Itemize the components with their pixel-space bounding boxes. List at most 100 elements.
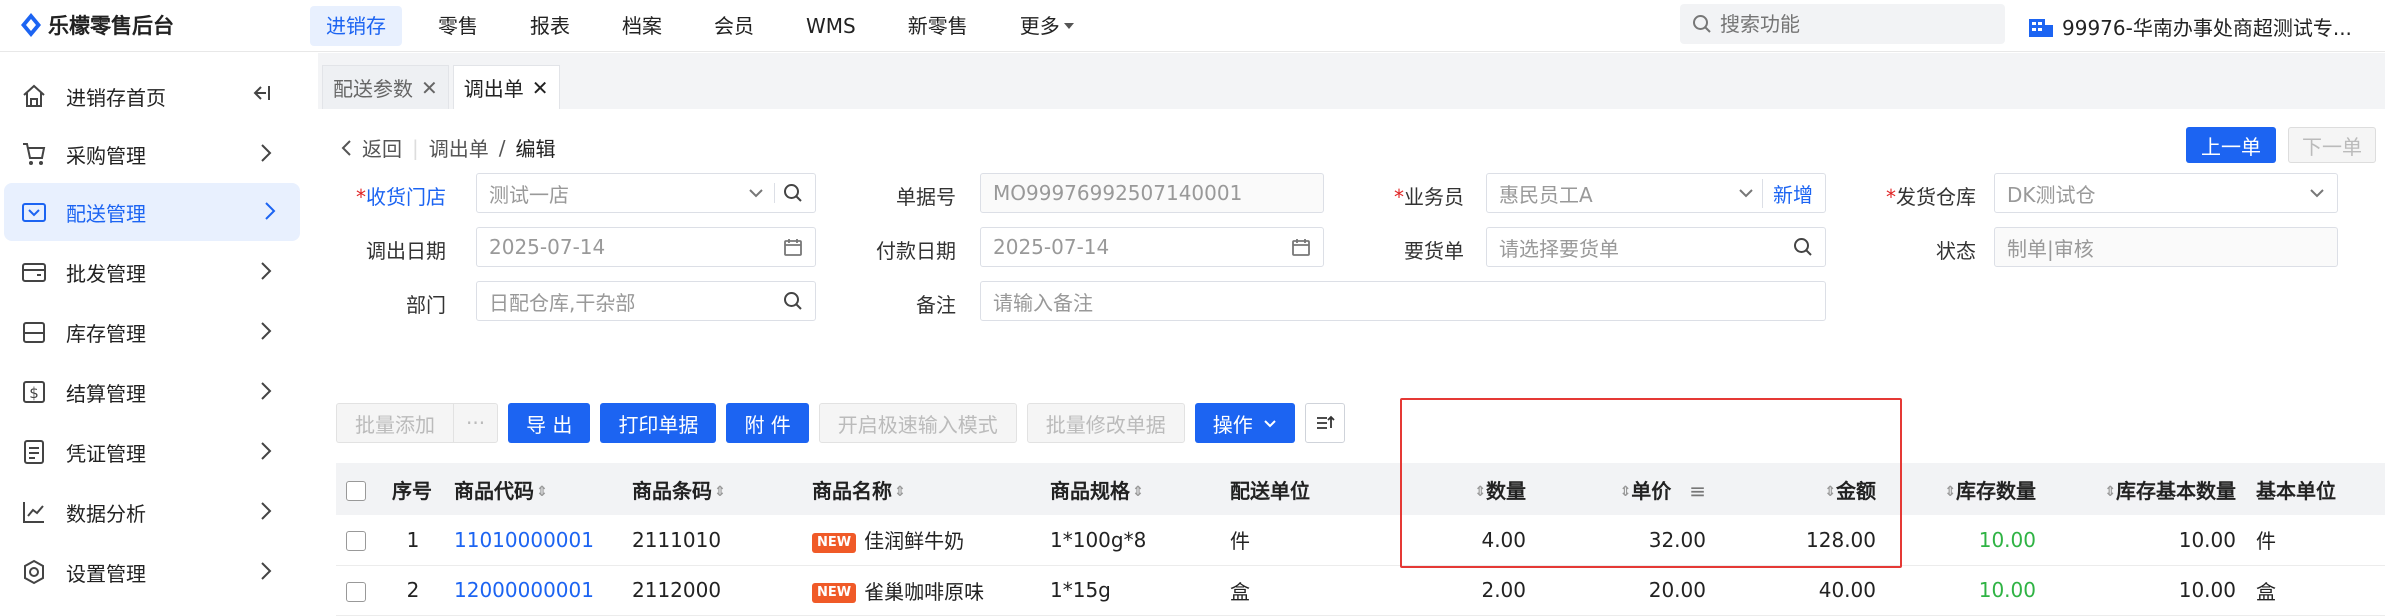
sidebar-item-wholesale[interactable]: 批发管理 [0, 243, 300, 301]
chevron-right-icon [260, 261, 272, 286]
row-select-cell [336, 515, 382, 566]
sidebar-item-settings[interactable]: 设置管理 [0, 543, 300, 601]
col-barcode[interactable]: 商品条码 ⇕ [622, 463, 802, 515]
col-qty[interactable]: ⇕数量 [1388, 463, 1536, 515]
nav-item-member[interactable]: 会员 [698, 6, 770, 46]
operate-label: 操作 [1212, 412, 1253, 437]
nav-item-retail[interactable]: 零售 [422, 6, 494, 46]
search-icon[interactable] [1793, 237, 1813, 257]
nav-item-more[interactable]: 更多 [1004, 6, 1090, 46]
sidebar-item-settlement[interactable]: $ 结算管理 [0, 363, 300, 421]
barcode-cell: 2111010 [622, 515, 802, 566]
out-date-picker[interactable]: 2025-07-14 [476, 227, 816, 267]
logo-icon [21, 13, 41, 37]
col-price[interactable]: ⇕单价 ≡ [1536, 463, 1716, 515]
chevron-down-icon [2309, 188, 2325, 198]
batch-edit-button[interactable]: 批量修改单据 [1026, 403, 1185, 443]
warehouse-value: DK测试仓 [2007, 182, 2096, 207]
col-name[interactable]: 商品名称 ⇕ [802, 463, 1040, 515]
status-value: 制单|审核 [2007, 236, 2094, 261]
row-checkbox[interactable] [346, 531, 366, 552]
request-order-select[interactable]: 请选择要货单 [1486, 227, 1826, 267]
price-cell[interactable]: 32.00 [1536, 515, 1716, 566]
store-icon [2029, 18, 2053, 37]
back-link[interactable]: 返回 [362, 133, 402, 162]
pay-date-picker[interactable]: 2025-07-14 [980, 227, 1324, 267]
sidebar-item-home[interactable]: 进销存首页 [0, 67, 300, 125]
chevron-left-icon[interactable] [340, 139, 352, 157]
close-icon[interactable]: ✕ [532, 76, 549, 100]
table-row[interactable]: 2 12000000001 2112000 NEW 雀巢咖啡原味 1*15g 盒 … [336, 565, 2385, 616]
fast-input-mode-button[interactable]: 开启极速输入模式 [818, 403, 1017, 443]
sort-icon: ⇕ [1824, 484, 1836, 500]
breadcrumb-parent[interactable]: 调出单 [429, 133, 489, 162]
sort-icon: ⇕ [1132, 484, 1144, 500]
store-selector[interactable]: 99976-华南办事处商超测试专... [2028, 12, 2352, 41]
print-button[interactable]: 打印单据 [600, 403, 717, 443]
product-name-cell: NEW 佳润鲜牛奶 [802, 515, 1040, 566]
col-spec[interactable]: 商品规格 ⇕ [1040, 463, 1220, 515]
function-search[interactable] [1680, 4, 2005, 44]
nav-item-archive[interactable]: 档案 [606, 6, 678, 46]
tab-transfer-out[interactable]: 调出单 ✕ [452, 65, 560, 109]
attachment-button[interactable]: 附 件 [726, 403, 809, 443]
receive-store-value: 测试一店 [489, 182, 569, 207]
sidebar-item-inventory[interactable]: 库存管理 [0, 303, 300, 361]
more-options-button[interactable]: ··· [453, 403, 499, 443]
breadcrumb-divider: | [412, 135, 419, 160]
stock-cell: 10.00 [1886, 565, 2046, 616]
col-amount[interactable]: ⇕金额 [1716, 463, 1886, 515]
search-icon[interactable] [774, 183, 803, 203]
operate-dropdown[interactable]: 操作 [1194, 403, 1295, 443]
search-icon[interactable] [783, 291, 803, 311]
request-order-placeholder: 请选择要货单 [1499, 236, 1619, 261]
salesman-value: 惠民员工A [1499, 182, 1593, 207]
qty-cell[interactable]: 2.00 [1388, 565, 1536, 616]
sidebar-item-delivery[interactable]: 配送管理 [4, 183, 300, 241]
nav-item-report[interactable]: 报表 [514, 6, 586, 46]
col-stock[interactable]: ⇕库存数量 [1886, 463, 2046, 515]
column-settings-icon[interactable] [1304, 403, 1345, 443]
product-code-link[interactable]: 11010000001 [444, 515, 622, 566]
add-salesman-link[interactable]: 新增 [1762, 178, 1813, 208]
batch-add-group: 批量添加 ··· [336, 403, 499, 443]
dollar-icon: $ [20, 378, 48, 406]
action-toolbar: 批量添加 ··· 导 出 打印单据 附 件 开启极速输入模式 批量修改单据 操作 [336, 403, 1345, 443]
out-date-value: 2025-07-14 [489, 235, 606, 259]
nav-item-jxc[interactable]: 进销存 [310, 6, 402, 46]
order-no-field: MO99976992507140001 [980, 173, 1324, 213]
sidebar-item-analytics[interactable]: 数据分析 [0, 483, 300, 541]
table-row[interactable]: 1 11010000001 2111010 NEW 佳润鲜牛奶 1*100g*8 … [336, 515, 2385, 566]
breadcrumb-sep: / [498, 135, 506, 160]
receive-store-select[interactable]: 测试一店 [476, 173, 816, 213]
export-button[interactable]: 导 出 [508, 403, 591, 443]
tab-delivery-params[interactable]: 配送参数 ✕ [322, 65, 449, 109]
warehouse-select[interactable]: DK测试仓 [1994, 173, 2338, 213]
salesman-select[interactable]: 惠民员工A 新增 [1486, 173, 1826, 213]
department-label: 部门 [406, 293, 446, 317]
qty-cell[interactable]: 4.00 [1388, 515, 1536, 566]
batch-add-button[interactable]: 批量添加 [336, 403, 453, 443]
nav-item-wms[interactable]: WMS [790, 6, 872, 46]
col-code[interactable]: 商品代码 ⇕ [444, 463, 622, 515]
col-stock-base[interactable]: ⇕库存基本数量 [2046, 463, 2246, 515]
sidebar-item-purchase[interactable]: 采购管理 [0, 125, 300, 183]
row-checkbox[interactable] [346, 581, 366, 602]
select-all-checkbox[interactable] [346, 480, 366, 501]
nav-item-new-retail[interactable]: 新零售 [892, 6, 984, 46]
chevron-down-icon [748, 188, 764, 198]
product-code-link[interactable]: 12000000001 [444, 565, 622, 616]
row-select-cell [336, 565, 382, 616]
price-cell[interactable]: 20.00 [1536, 565, 1716, 616]
sidebar-item-label: 进销存首页 [66, 85, 166, 110]
collapse-sidebar-icon[interactable] [252, 83, 272, 108]
remark-input[interactable]: 请输入备注 [980, 281, 1826, 321]
search-input[interactable] [1720, 12, 1980, 36]
sidebar-item-voucher[interactable]: 凭证管理 [0, 423, 300, 481]
prev-order-button[interactable]: 上一单 [2186, 127, 2276, 163]
close-icon[interactable]: ✕ [421, 76, 438, 100]
app-logo[interactable]: 乐檬零售后台 [20, 10, 174, 40]
next-order-button[interactable]: 下一单 [2288, 127, 2376, 163]
department-select[interactable]: 日配仓库,干杂部 [476, 281, 816, 321]
new-badge: NEW [812, 583, 857, 603]
